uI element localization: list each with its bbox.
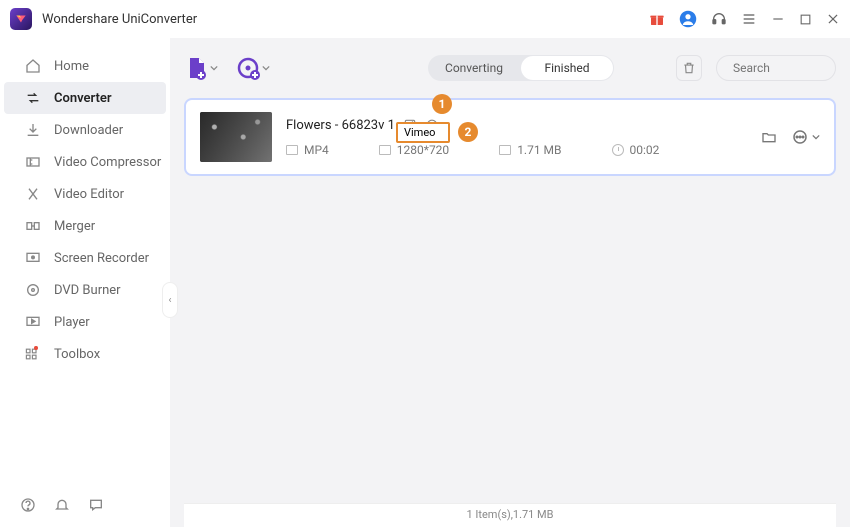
sidebar-item-downloader[interactable]: Downloader [4,114,166,146]
add-dvd-button[interactable] [236,56,270,80]
sidebar-item-compressor[interactable]: Video Compressor [4,146,166,178]
sidebar-item-label: Converter [54,91,112,106]
toolbox-icon [24,345,42,363]
app-logo [10,8,32,30]
titlebar: Wondershare UniConverter [0,0,850,38]
resolution-meta: 1280*720 [379,143,449,157]
sidebar-item-dvd[interactable]: DVD Burner [4,274,166,306]
more-options-icon[interactable] [791,128,820,146]
sidebar-item-player[interactable]: Player [4,306,166,338]
close-icon[interactable] [826,12,840,26]
sidebar-item-converter[interactable]: Converter [4,82,166,114]
user-icon[interactable] [679,10,697,28]
headset-icon[interactable] [711,11,727,27]
callout-2-box: Vimeo [396,122,450,143]
app-title: Wondershare UniConverter [42,12,197,27]
video-thumbnail [200,112,272,162]
tab-segment: Converting Finished [428,55,614,81]
sidebar-item-label: Video Compressor [54,155,161,170]
merger-icon [24,217,42,235]
video-title: Flowers - 66823v 1 [286,118,395,133]
editor-icon [24,185,42,203]
callout-2: 2 [458,122,478,142]
feedback-icon[interactable] [88,497,104,513]
compress-icon [24,153,42,171]
menu-icon[interactable] [741,11,757,27]
add-file-button[interactable] [184,56,218,80]
duration-meta: 00:02 [612,143,660,157]
format-meta: MP4 [286,143,329,157]
maximize-icon[interactable] [799,13,812,26]
player-icon [24,313,42,331]
home-icon [24,57,42,75]
open-folder-icon[interactable] [761,129,777,145]
content-area: Converting Finished /* visually converti… [170,38,850,527]
download-icon [24,121,42,139]
sidebar-item-label: Screen Recorder [54,251,149,266]
sidebar-item-label: DVD Burner [54,283,121,298]
size-meta: 1.71 MB [499,143,561,157]
sidebar-item-label: Merger [54,219,95,234]
conversion-item[interactable]: Flowers - 66823v 1 MP4 1280*720 1.71 MB … [184,98,836,176]
sidebar-item-label: Downloader [54,123,123,138]
search-box[interactable] [716,55,836,81]
sidebar-item-label: Player [54,315,90,330]
sidebar-item-toolbox[interactable]: Toolbox [4,338,166,370]
converter-icon [24,89,42,107]
sidebar-item-recorder[interactable]: Screen Recorder [4,242,166,274]
sidebar: Home Converter Downloader Video Compress… [0,38,170,527]
toolbar: Converting Finished /* visually converti… [184,48,836,88]
sidebar-collapse-handle[interactable]: ‹ [162,282,178,318]
callout-1: 1 [432,94,452,114]
gift-icon[interactable] [649,11,665,27]
sidebar-item-label: Home [54,59,89,74]
dvd-icon [24,281,42,299]
tab-finished[interactable]: Finished [521,56,613,80]
delete-button[interactable] [676,55,702,81]
bell-icon[interactable] [54,497,70,513]
minimize-icon[interactable] [771,12,785,26]
sidebar-item-editor[interactable]: Video Editor [4,178,166,210]
sidebar-item-label: Video Editor [54,187,124,202]
status-bar: 1 Item(s),1.71 MB [184,503,836,527]
search-input[interactable] [733,61,850,75]
tab-converting[interactable]: Converting [428,55,520,81]
sidebar-item-home[interactable]: Home [4,50,166,82]
help-icon[interactable] [20,497,36,513]
sidebar-item-label: Toolbox [54,347,100,362]
recorder-icon [24,249,42,267]
sidebar-item-merger[interactable]: Merger [4,210,166,242]
